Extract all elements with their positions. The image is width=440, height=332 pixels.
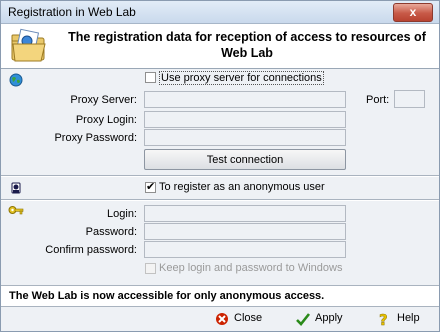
keep-credentials-label: Keep login and password to Windows <box>159 262 343 274</box>
port-label: Port: <box>366 94 390 106</box>
help-button[interactable]: ? Help <box>377 311 423 327</box>
help-label: Help <box>397 312 420 324</box>
header-title: The registration data for reception of a… <box>68 30 426 60</box>
close-button[interactable]: Close <box>214 311 264 327</box>
proxy-server-input[interactable] <box>144 91 346 108</box>
folder-letter-icon <box>11 28 46 62</box>
test-connection-button[interactable]: Test connection <box>144 149 346 170</box>
separator <box>1 199 439 201</box>
proxy-login-label: Proxy Login: <box>75 114 137 126</box>
login-label: Login: <box>107 208 137 220</box>
window-title: Registration in Web Lab <box>8 5 136 19</box>
checkmark-icon <box>296 313 311 326</box>
registration-window: Registration in Web Lab x The registrati… <box>0 0 440 332</box>
close-label: Close <box>234 312 263 324</box>
port-input[interactable] <box>394 90 425 108</box>
svg-text:?: ? <box>379 311 388 327</box>
anonymous-label[interactable]: To register as an anonymous user <box>159 181 325 193</box>
password-label: Password: <box>85 226 137 238</box>
header-panel: The registration data for reception of a… <box>1 24 439 69</box>
login-input[interactable] <box>144 205 346 222</box>
title-bar[interactable]: Registration in Web Lab x <box>1 1 439 24</box>
proxy-login-input[interactable] <box>144 111 346 128</box>
globe-icon <box>9 73 23 87</box>
window-close-button[interactable]: x <box>393 3 433 22</box>
proxy-password-input[interactable] <box>144 129 346 146</box>
anonymous-checkbox[interactable] <box>145 180 156 193</box>
confirm-password-input[interactable] <box>144 241 346 258</box>
proxy-password-label: Proxy Password: <box>54 132 137 144</box>
apply-button[interactable]: Apply <box>295 311 345 327</box>
separator <box>1 175 439 177</box>
keep-credentials-checkbox[interactable] <box>145 263 156 274</box>
proxy-server-label: Proxy Server: <box>70 94 137 106</box>
password-input[interactable] <box>144 223 346 240</box>
use-proxy-label[interactable]: Use proxy server for connections <box>159 71 324 85</box>
use-proxy-checkbox[interactable] <box>145 72 156 83</box>
close-icon <box>216 313 228 325</box>
status-bar: The Web Lab is now accessible for only a… <box>1 285 439 307</box>
apply-label: Apply <box>315 312 343 324</box>
help-icon: ? <box>379 311 388 327</box>
confirm-password-label: Confirm password: <box>45 244 137 256</box>
user-icon <box>11 182 21 194</box>
status-message: The Web Lab is now accessible for only a… <box>9 290 325 302</box>
